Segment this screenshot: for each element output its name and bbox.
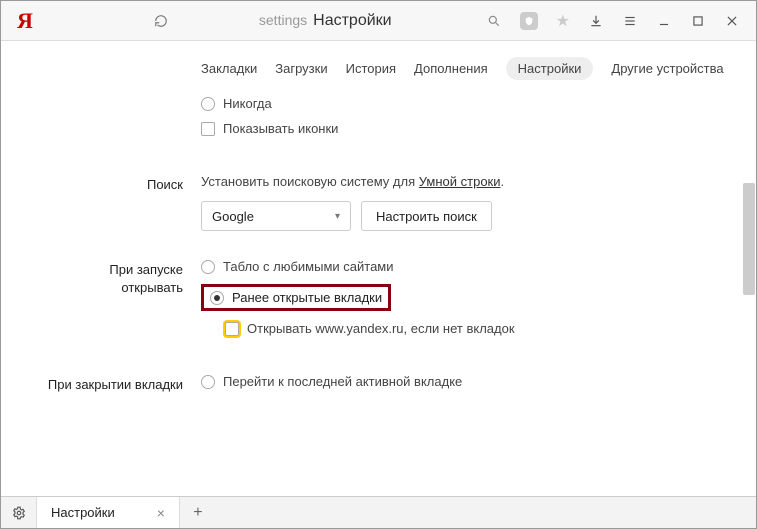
section-on-startup-title: При запуске открывать <box>1 259 201 346</box>
radio-icon <box>201 375 215 389</box>
maximize-icon[interactable] <box>690 13 706 29</box>
yandex-logo: Я <box>17 8 33 34</box>
search-description: Установить поисковую систему для Умной с… <box>201 174 716 189</box>
search-engine-value: Google <box>212 209 254 224</box>
checkbox-show-icons[interactable]: Показывать иконки <box>201 121 716 136</box>
downloads-icon[interactable] <box>588 13 604 29</box>
radio-last-active-label: Перейти к последней активной вкладке <box>223 374 462 389</box>
url-path: settings <box>259 12 307 28</box>
section-search-title: Поиск <box>1 174 201 231</box>
window-titlebar: Я settings Настройки ★ <box>1 1 756 41</box>
settings-content: Никогда Показывать иконки Поиск Установи… <box>1 96 756 399</box>
address-display[interactable]: settings Настройки <box>259 12 392 30</box>
search-icon[interactable] <box>486 13 502 29</box>
menu-icon[interactable] <box>622 13 638 29</box>
radio-previous-tabs-label: Ранее открытые вкладки <box>232 290 382 305</box>
tab-bookmarks[interactable]: Закладки <box>201 61 257 76</box>
tab-downloads[interactable]: Загрузки <box>275 61 327 76</box>
tab-close-icon[interactable]: × <box>157 505 165 521</box>
section-top-fragment: Никогда Показывать иконки <box>1 96 716 146</box>
checkbox-open-yandex[interactable]: Открывать www.yandex.ru, если нет вкладо… <box>225 321 716 336</box>
close-window-icon[interactable] <box>724 13 740 29</box>
section-on-close-tab: При закрытии вкладки Перейти к последней… <box>1 374 716 399</box>
protect-badge-icon[interactable] <box>520 12 538 30</box>
reload-icon[interactable] <box>153 13 169 29</box>
browser-tab-settings[interactable]: Настройки × <box>37 497 180 528</box>
section-on-close-title: При закрытии вкладки <box>1 374 201 399</box>
tab-history[interactable]: История <box>346 61 396 76</box>
settings-nav-tabs: Закладки Загрузки История Дополнения Нас… <box>1 41 756 96</box>
radio-icon <box>201 97 215 111</box>
search-engine-select[interactable]: Google ▾ <box>201 201 351 231</box>
tab-addons[interactable]: Дополнения <box>414 61 488 76</box>
scrollbar-thumb[interactable] <box>743 183 755 295</box>
checkbox-icon <box>201 122 215 136</box>
radio-never[interactable]: Никогда <box>201 96 716 111</box>
chevron-down-icon: ▾ <box>335 211 340 222</box>
radio-tablo-label: Табло с любимыми сайтами <box>223 259 394 274</box>
page-title: Настройки <box>313 12 391 30</box>
radio-never-label: Никогда <box>223 96 272 111</box>
radio-previous-tabs-highlight: Ранее открытые вкладки <box>201 284 391 311</box>
bookmark-star-icon[interactable]: ★ <box>556 11 570 31</box>
checkbox-show-icons-label: Показывать иконки <box>223 121 338 136</box>
configure-search-button[interactable]: Настроить поиск <box>361 201 492 231</box>
bottom-tab-bar: Настройки × + <box>1 496 756 528</box>
section-search: Поиск Установить поисковую систему для У… <box>1 174 716 231</box>
radio-icon <box>201 260 215 274</box>
checkbox-icon <box>225 322 239 336</box>
gear-icon <box>12 506 26 520</box>
browser-tab-label: Настройки <box>51 505 115 520</box>
tab-other-devices[interactable]: Другие устройства <box>611 61 723 76</box>
gear-button[interactable] <box>1 497 37 528</box>
minimize-icon[interactable] <box>656 13 672 29</box>
section-on-startup: При запуске открывать Табло с любимыми с… <box>1 259 716 346</box>
new-tab-button[interactable]: + <box>180 497 216 528</box>
radio-last-active[interactable]: Перейти к последней активной вкладке <box>201 374 716 389</box>
radio-icon-checked[interactable] <box>210 291 224 305</box>
tab-settings[interactable]: Настройки <box>506 57 594 80</box>
smart-line-link[interactable]: Умной строки <box>419 174 501 189</box>
radio-tablo[interactable]: Табло с любимыми сайтами <box>201 259 716 274</box>
checkbox-open-yandex-label: Открывать www.yandex.ru, если нет вкладо… <box>247 321 515 336</box>
